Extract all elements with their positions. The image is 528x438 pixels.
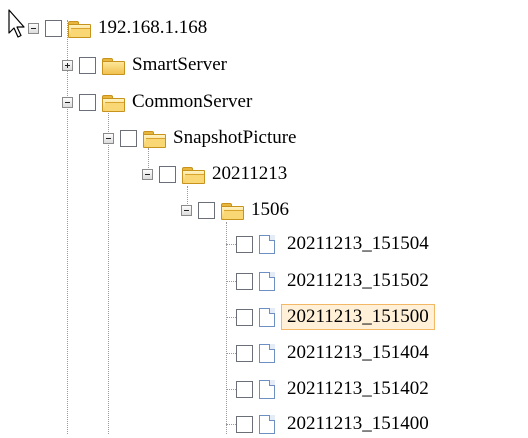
tree-line [226, 389, 236, 390]
file-icon [259, 234, 275, 254]
file-label[interactable]: 20211213_151404 [284, 341, 432, 365]
node-checkbox[interactable] [236, 415, 253, 433]
tree-file-item-selected[interactable]: 20211213_151500 [236, 303, 435, 331]
mouse-cursor-icon [8, 9, 25, 38]
file-icon [259, 307, 275, 327]
file-label[interactable]: 20211213_151400 [284, 412, 432, 436]
folder-open-icon [182, 166, 205, 184]
folder-open-icon [143, 130, 166, 148]
file-icon [259, 379, 275, 399]
file-icon [259, 414, 275, 434]
node-checkbox[interactable] [236, 308, 253, 326]
tree-line [226, 244, 236, 245]
tree-file-item[interactable]: 20211213_151404 [236, 339, 432, 367]
node-checkbox[interactable] [236, 380, 253, 398]
tree-line [226, 424, 236, 425]
collapse-icon[interactable] [28, 22, 39, 34]
tree-node-20211213[interactable]: 20211213 [142, 160, 290, 188]
file-icon [259, 271, 275, 291]
file-label[interactable]: 20211213_151502 [284, 269, 432, 293]
collapse-icon[interactable] [103, 132, 114, 144]
node-label[interactable]: 1506 [248, 198, 292, 222]
node-checkbox[interactable] [236, 272, 253, 290]
file-icon [259, 343, 275, 363]
node-label[interactable]: SmartServer [129, 53, 230, 77]
collapse-icon[interactable] [142, 168, 153, 180]
tree-line [226, 317, 236, 318]
tree-node-smartserver[interactable]: SmartServer [62, 51, 230, 79]
folder-open-icon [221, 202, 244, 220]
tree-file-item[interactable]: 20211213_151402 [236, 375, 432, 403]
tree-line [226, 281, 236, 282]
node-label[interactable]: 192.168.1.168 [95, 16, 210, 40]
tree-line [67, 20, 68, 434]
folder-open-icon [102, 94, 125, 112]
node-checkbox[interactable] [198, 201, 215, 219]
tree-line [108, 108, 109, 434]
tree-line [226, 353, 236, 354]
folder-icon [102, 57, 125, 75]
node-label[interactable]: CommonServer [129, 90, 255, 114]
file-label[interactable]: 20211213_151504 [284, 232, 432, 256]
tree-file-item[interactable]: 20211213_151504 [236, 230, 432, 258]
tree-line [226, 222, 227, 434]
tree-node-1506[interactable]: 1506 [181, 196, 292, 224]
tree-node-snapshotpicture[interactable]: SnapshotPicture [103, 124, 300, 152]
expand-icon[interactable] [62, 59, 73, 71]
node-checkbox[interactable] [236, 344, 253, 362]
folder-open-icon [68, 20, 91, 38]
node-checkbox[interactable] [45, 19, 62, 37]
tree-node-commonserver[interactable]: CommonServer [62, 88, 255, 116]
tree-node-root[interactable]: 192.168.1.168 [28, 14, 210, 42]
node-label[interactable]: SnapshotPicture [170, 126, 300, 150]
collapse-icon[interactable] [62, 96, 73, 108]
tree-file-item[interactable]: 20211213_151502 [236, 267, 432, 295]
file-label[interactable]: 20211213_151500 [281, 304, 435, 330]
node-checkbox[interactable] [159, 165, 176, 183]
node-checkbox[interactable] [120, 129, 137, 147]
node-checkbox[interactable] [236, 235, 253, 253]
node-label[interactable]: 20211213 [209, 162, 290, 186]
file-label[interactable]: 20211213_151402 [284, 377, 432, 401]
node-checkbox[interactable] [79, 93, 96, 111]
node-checkbox[interactable] [79, 56, 96, 74]
collapse-icon[interactable] [181, 204, 192, 216]
